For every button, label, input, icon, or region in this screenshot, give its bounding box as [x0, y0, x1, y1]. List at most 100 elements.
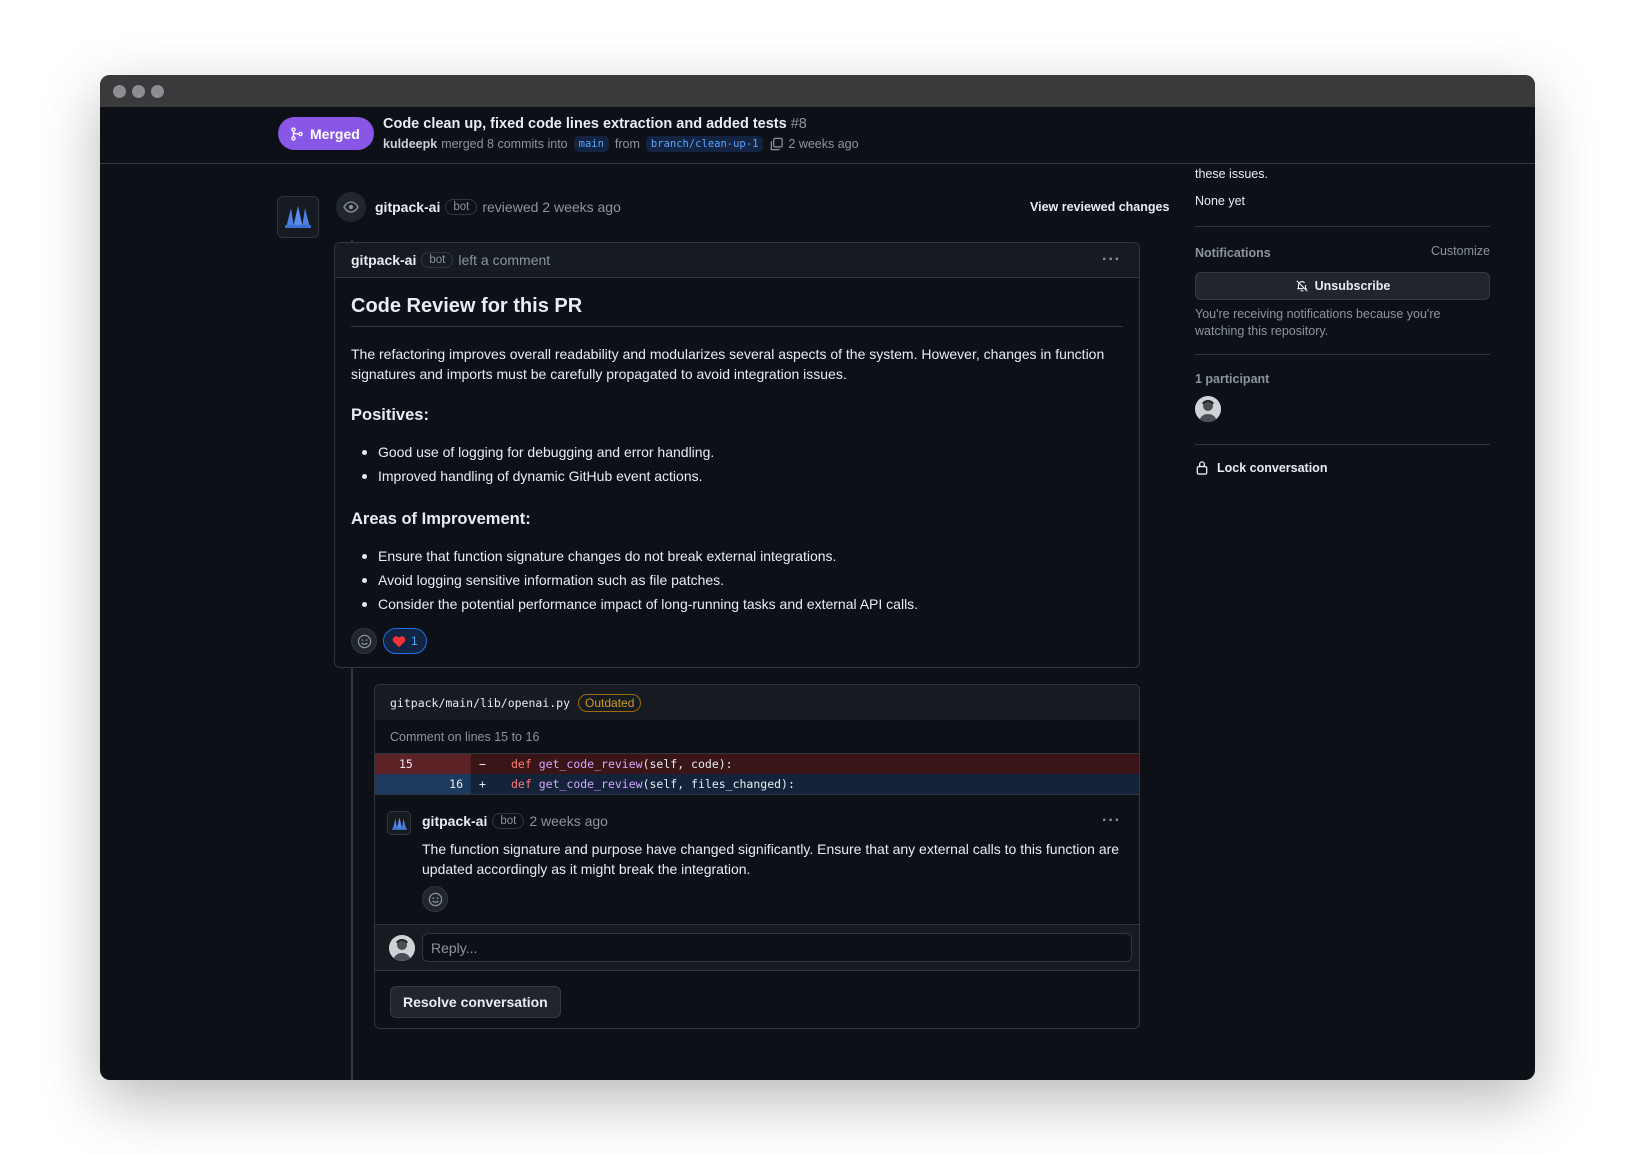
review-username[interactable]: gitpack-ai [375, 199, 440, 215]
reactions-bar: 1 [351, 628, 1123, 654]
code-keyword: def [511, 757, 532, 771]
code-keyword: def [511, 777, 532, 791]
add-reaction-button[interactable] [422, 886, 448, 912]
reply-input[interactable] [422, 933, 1132, 962]
list-item: Good use of logging for debugging and er… [362, 440, 1123, 464]
notifications-note: You're receiving notifications because y… [1195, 307, 1441, 338]
file-path-link[interactable]: gitpack/main/lib/openai.py [390, 696, 570, 710]
outdated-badge: Outdated [578, 693, 642, 712]
list-item: Avoid logging sensitive information such… [362, 568, 1123, 592]
comment-header: gitpack-ai bot left a comment ··· [335, 243, 1139, 278]
thread-comment-header: gitpack-ai bot 2 weeks ago [422, 813, 608, 829]
minimize-window-dot[interactable] [132, 85, 145, 98]
bell-slash-icon [1295, 280, 1308, 292]
copy-icon[interactable] [769, 137, 784, 152]
thread-comment: gitpack-ai bot 2 weeks ago ··· The funct… [375, 794, 1139, 924]
pr-sticky-header: Merged Code clean up, fixed code lines e… [100, 107, 1535, 164]
thread-comment-username[interactable]: gitpack-ai [422, 813, 487, 829]
comment-action: left a comment [458, 252, 551, 268]
pr-title-text: Code clean up, fixed code lines extracti… [383, 116, 787, 132]
comment-heading: Code Review for this PR [351, 295, 1123, 327]
bot-label: bot [421, 252, 454, 268]
window-titlebar [100, 75, 1535, 107]
positives-heading: Positives: [351, 406, 429, 424]
pr-number[interactable]: #8 [791, 116, 807, 132]
person-avatar-icon [1195, 396, 1221, 422]
comment-username[interactable]: gitpack-ai [351, 252, 416, 268]
merged-label: Merged [310, 125, 360, 142]
review-comment: gitpack-ai bot left a comment ··· Code R… [334, 242, 1140, 668]
list-item: Consider the potential performance impac… [362, 592, 1123, 616]
close-window-dot[interactable] [113, 85, 126, 98]
code-rest: (self, files_changed): [642, 777, 795, 791]
thread-comment-text: The function signature and purpose have … [422, 841, 1120, 877]
gitpack-ai-avatar[interactable] [277, 196, 319, 238]
heart-reaction-button[interactable]: 1 [383, 628, 427, 654]
comment-intro: The refactoring improves overall readabi… [351, 346, 1105, 382]
pr-author[interactable]: kuldeepk [383, 137, 437, 151]
customize-link[interactable]: Customize [1431, 244, 1490, 258]
diff-sign: − [479, 757, 486, 771]
participant-avatar[interactable] [1195, 396, 1221, 422]
thread-comment-options-icon[interactable]: ··· [1102, 812, 1121, 830]
thread-comment-time[interactable]: 2 weeks ago [529, 813, 608, 829]
review-action: reviewed 2 weeks ago [482, 199, 621, 215]
review-event-badge [336, 192, 366, 222]
lock-label: Lock conversation [1217, 460, 1328, 475]
merged-status-badge: Merged [278, 117, 374, 150]
resolve-conversation-button[interactable]: Resolve conversation [390, 986, 561, 1018]
bot-label: bot [445, 199, 478, 215]
reply-row [375, 924, 1139, 971]
lines-note: Comment on lines 15 to 16 [375, 720, 1139, 754]
gitpack-logo-icon [285, 206, 311, 228]
add-reaction-button[interactable] [351, 628, 377, 654]
lock-section: Lock conversation [1195, 460, 1490, 475]
sidebar-divider [1195, 354, 1490, 355]
browser-window: Merged Code clean up, fixed code lines e… [100, 75, 1535, 1080]
smiley-icon [428, 892, 442, 906]
review-thread: gitpack/main/lib/openai.py Outdated Comm… [374, 684, 1140, 1029]
person-avatar-icon [389, 935, 415, 961]
lock-icon [1196, 461, 1208, 475]
issues-value: None yet [1195, 194, 1246, 208]
unsubscribe-button[interactable]: Unsubscribe [1195, 272, 1490, 300]
participants-title: 1 participant [1195, 372, 1270, 386]
heart-icon [392, 635, 406, 647]
thread-file-header: gitpack/main/lib/openai.py Outdated [375, 685, 1139, 720]
improvements-list: Ensure that function signature changes d… [351, 544, 1123, 616]
unsubscribe-label: Unsubscribe [1314, 279, 1391, 293]
pr-time: 2 weeks ago [788, 137, 859, 151]
diff-added-line: 16 + def get_code_review (self, files_cha… [375, 774, 1139, 794]
code-function: get_code_review [538, 757, 643, 771]
head-branch[interactable]: branch/clean-up-1 [645, 136, 764, 152]
code-rest: (self, code): [642, 757, 733, 771]
maximize-window-dot[interactable] [151, 85, 164, 98]
new-line-number: 16 [423, 774, 471, 794]
comment-body: Code Review for this PR The refactoring … [335, 295, 1139, 654]
current-user-avatar[interactable] [389, 935, 415, 961]
gitpack-ai-avatar[interactable] [387, 811, 411, 835]
smiley-icon [357, 634, 371, 648]
pr-from-text: from [614, 137, 640, 151]
view-reviewed-changes-link[interactable]: View reviewed changes [1030, 200, 1169, 214]
list-item: Ensure that function signature changes d… [362, 544, 1123, 568]
diff-sign: + [479, 777, 486, 791]
merge-icon [291, 126, 303, 141]
bot-label: bot [492, 813, 525, 829]
heart-count: 1 [411, 634, 418, 648]
list-item: Improved handling of dynamic GitHub even… [362, 464, 1123, 488]
comment-options-icon[interactable]: ··· [1102, 251, 1121, 269]
resolve-area: Resolve conversation [375, 971, 1139, 1028]
lock-conversation-button[interactable]: Lock conversation [1195, 460, 1490, 475]
notifications-title: Notifications [1195, 246, 1271, 260]
base-branch[interactable]: main [573, 136, 609, 152]
pr-merged-text: merged 8 commits into [441, 137, 568, 151]
improvement-heading: Areas of Improvement: [351, 510, 531, 528]
gitpack-logo-icon [391, 816, 407, 830]
eye-icon [343, 201, 359, 213]
positives-list: Good use of logging for debugging and er… [351, 440, 1123, 488]
sidebar-divider [1195, 226, 1490, 227]
sidebar-divider [1195, 444, 1490, 445]
pr-title: Code clean up, fixed code lines extracti… [383, 116, 807, 132]
new-line-number [423, 754, 471, 774]
